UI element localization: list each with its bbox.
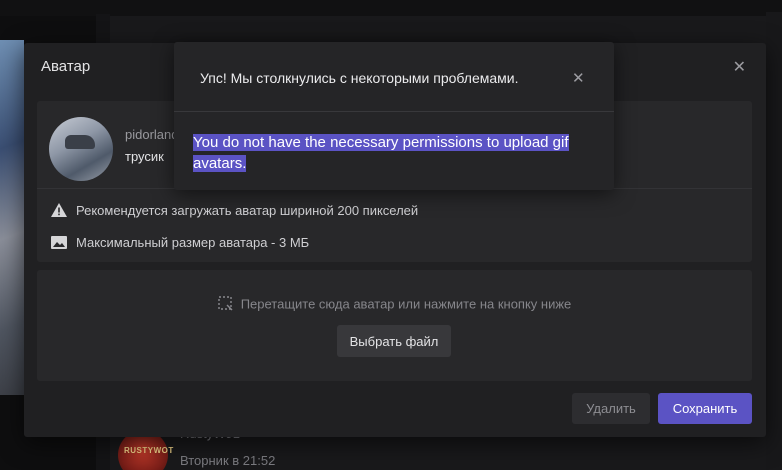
- close-icon[interactable]: ✕: [572, 69, 585, 87]
- image-icon: [50, 234, 68, 250]
- info-text: Максимальный размер аватара - 3 МБ: [76, 234, 310, 250]
- info-text: Рекомендуется загружать аватар шириной 2…: [76, 202, 419, 218]
- error-popup: Упс! Мы столкнулись с некоторыми проблем…: [174, 42, 614, 190]
- user-title: трусик: [125, 149, 164, 164]
- choose-file-button[interactable]: Выбрать файл: [337, 325, 451, 357]
- error-title: Упс! Мы столкнулись с некоторыми проблем…: [200, 70, 519, 86]
- scrollbar[interactable]: [766, 12, 782, 470]
- divider: [174, 111, 614, 112]
- post-time: Вторник в 21:52: [180, 453, 276, 468]
- save-button[interactable]: Сохранить: [658, 393, 752, 424]
- drop-hint: Перетащите сюда аватар или нажмите на кн…: [37, 296, 752, 314]
- avatar-drop-zone[interactable]: Перетащите сюда аватар или нажмите на кн…: [37, 270, 752, 381]
- modal-title: Аватар: [41, 58, 91, 75]
- top-bar: [0, 0, 782, 16]
- error-message-text: You do not have the necessary permission…: [193, 134, 569, 172]
- error-message: You do not have the necessary permission…: [193, 132, 608, 174]
- max-size-info: Максимальный размер аватара - 3 МБ: [50, 234, 309, 250]
- drop-hint-text: Перетащите сюда аватар или нажмите на кн…: [240, 296, 572, 312]
- size-recommendation: Рекомендуется загружать аватар шириной 2…: [50, 202, 418, 218]
- close-icon[interactable]: ✕: [733, 57, 746, 77]
- avatar-preview: [49, 117, 113, 181]
- delete-button[interactable]: Удалить: [572, 393, 650, 424]
- username: pidorland: [125, 127, 179, 142]
- warning-icon: [50, 202, 68, 218]
- drop-area-icon: [217, 296, 233, 314]
- background-profile-photo: [0, 40, 24, 395]
- avatar-badge-text: RUSTYWOT: [124, 446, 174, 455]
